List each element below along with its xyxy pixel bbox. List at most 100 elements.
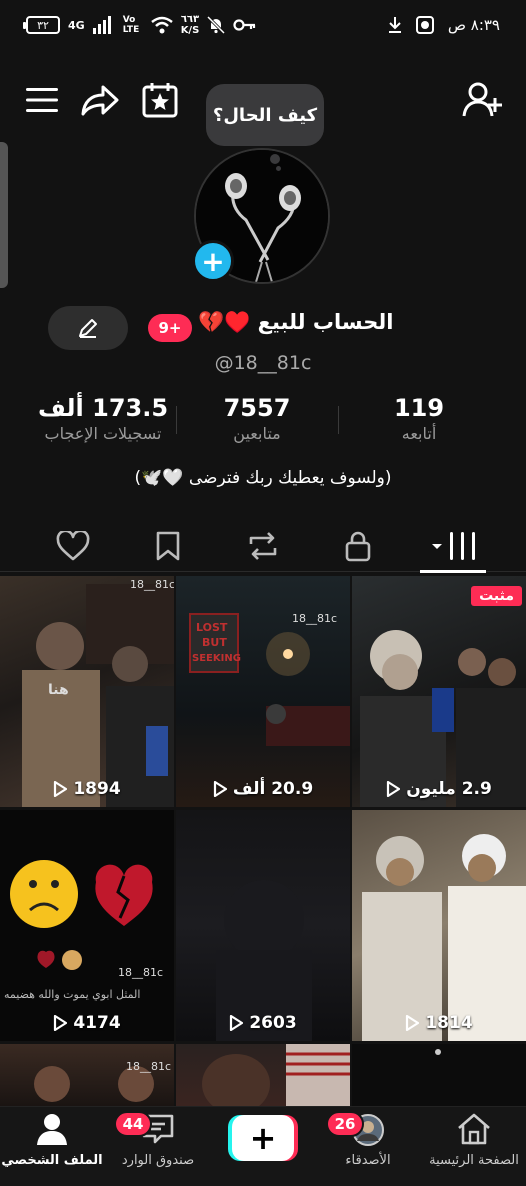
video-thumbnail[interactable]: 2603 [176, 810, 350, 1041]
plus-icon: + [201, 244, 225, 278]
inbox-badge-count: 44 [122, 1115, 144, 1133]
view-count-label: 20.9 ألف [232, 779, 314, 799]
profile-views-badge[interactable]: 9+ [148, 314, 192, 342]
likes-stat: 173.5 ألف تسجيلات الإعجاب [18, 394, 188, 443]
nav-profile-label: الملف الشخصي [1, 1153, 103, 1168]
net-speed: ٦٦٣ [180, 14, 200, 25]
bio-text: (ولسوف يعطيك ربك فترضى 🤍🕊️) [134, 468, 392, 488]
video-thumbnail[interactable]: 1814 [352, 810, 526, 1041]
thumbnail-scene [362, 834, 526, 1041]
thumbnail-scene [360, 630, 526, 807]
thumbnail-scene [435, 1049, 441, 1055]
nav-friends[interactable]: الأصدقاء 26 [316, 1111, 420, 1168]
following-stat[interactable]: 119 أتابعه [334, 394, 504, 443]
tab-reposts[interactable] [238, 524, 288, 568]
home-icon [458, 1113, 490, 1145]
nav-profile[interactable]: الملف الشخصي [0, 1113, 104, 1168]
heart-outline-icon [56, 531, 90, 561]
view-count: 20.9 ألف [176, 779, 350, 799]
tab-liked[interactable] [48, 524, 98, 568]
followers-label: متابعين [233, 424, 281, 443]
pencil-icon [79, 319, 97, 338]
mute-bell-icon [207, 16, 226, 34]
thumbnail-scene: هنا [22, 584, 174, 807]
friends-badge: 26 [326, 1111, 364, 1137]
followers-stat[interactable]: 7557 متابعين [172, 394, 342, 443]
followers-count: 7557 [223, 394, 291, 422]
video-thumbnail[interactable]: هنا 18__81c 1894 [0, 576, 174, 807]
play-icon [230, 1015, 244, 1031]
following-count: 119 [393, 394, 445, 422]
video-thumbnail[interactable]: مثبت 2.9 مليون [352, 576, 526, 807]
video-thumbnail[interactable]: 18__81c [0, 1044, 174, 1106]
tab-private[interactable] [333, 524, 383, 568]
view-count-label: 1894 [73, 779, 121, 799]
thumbnail-scene [34, 1066, 154, 1102]
wifi-icon [150, 16, 173, 34]
play-icon [54, 781, 68, 797]
view-count-label: 2.9 مليون [406, 779, 492, 799]
bottom-navigation: الملف الشخصي صندوق الوارد 44 + الأصدقاء … [0, 1106, 526, 1186]
video-thumbnail[interactable]: LOST BUT SEEKING 18__81c 20.9 ألف [176, 576, 350, 807]
play-icon [54, 1015, 68, 1031]
watermark: 18__81c [118, 966, 164, 979]
nav-inbox-label: صندوق الوارد [121, 1153, 195, 1168]
nav-home-label: الصفحة الرئيسية [429, 1153, 519, 1168]
add-friend-button[interactable] [460, 78, 504, 122]
battery-level: ٣٢ [37, 18, 49, 32]
status-bubble[interactable]: كيف الحال؟ [206, 84, 324, 146]
video-caption: المثل ابوي يموت والله هضيمه [4, 988, 141, 1001]
nav-home[interactable]: الصفحة الرئيسية [422, 1113, 526, 1168]
download-icon [388, 17, 401, 33]
share-profile-button[interactable] [78, 78, 122, 122]
bubble-tail-small [276, 166, 281, 171]
following-label: أتابعه [401, 424, 437, 443]
add-story-button[interactable]: + [192, 240, 234, 282]
active-tab-indicator [420, 570, 486, 573]
video-grid-icon [432, 532, 475, 560]
inbox-badge: 44 [114, 1111, 152, 1137]
view-count: 1894 [0, 779, 174, 799]
display-name: الحساب للبيع ♥️💔 [198, 310, 394, 334]
bubble-tail [270, 154, 280, 164]
person-filled-icon [37, 1114, 67, 1145]
svg-text:BUT: BUT [202, 636, 227, 649]
likes-label: تسجيلات الإعجاب [44, 424, 162, 443]
video-thumbnail[interactable]: 18__81c المثل ابوي يموت والله هضيمه 4174 [0, 810, 174, 1041]
content-tabs [0, 520, 526, 572]
nav-friends-label: الأصدقاء [345, 1153, 391, 1168]
nav-inbox[interactable]: صندوق الوارد 44 [106, 1111, 210, 1168]
svg-text:LOST: LOST [196, 621, 228, 634]
svg-text:SEEKING: SEEKING [192, 653, 241, 664]
watermark: 18__81c [130, 578, 174, 591]
view-count: 1814 [352, 1013, 526, 1033]
svg-text:هنا: هنا [48, 682, 69, 698]
status-bubble-text: كيف الحال؟ [212, 104, 318, 126]
creator-tools-button[interactable] [138, 78, 182, 122]
friends-badge-count: 26 [334, 1115, 356, 1133]
menu-button[interactable] [20, 78, 64, 122]
volte-label: Vo LTE [122, 15, 140, 35]
likes-count: 173.5 ألف [37, 394, 169, 422]
view-count-label: 1814 [425, 1013, 473, 1033]
plus-icon: + [249, 1119, 277, 1157]
view-count-label: 4174 [73, 1013, 121, 1033]
watermark: 18__81c [292, 612, 338, 625]
hamburger-menu-icon [26, 88, 58, 112]
tab-videos[interactable] [424, 524, 484, 568]
pinned-badge: مثبت [471, 586, 522, 606]
net-speed-unit: K/S [180, 25, 200, 36]
thumbnail-scene [216, 880, 312, 1041]
video-thumbnail[interactable] [352, 1044, 526, 1106]
network-type: 4G [68, 18, 85, 32]
status-bar: ٣٢ 4G Vo LTE ٦٦٣ K/S ٨:٣٩ ص [0, 0, 526, 54]
key-icon [233, 19, 256, 31]
tab-favorites[interactable] [143, 524, 193, 568]
create-video-button[interactable]: + [228, 1115, 298, 1161]
view-count: 2.9 مليون [352, 779, 526, 799]
side-panel-handle[interactable] [0, 142, 8, 288]
badge-count: 9+ [158, 319, 182, 337]
edit-profile-button[interactable] [48, 306, 128, 350]
screen-record-icon [415, 16, 434, 34]
video-thumbnail[interactable] [176, 1044, 350, 1106]
